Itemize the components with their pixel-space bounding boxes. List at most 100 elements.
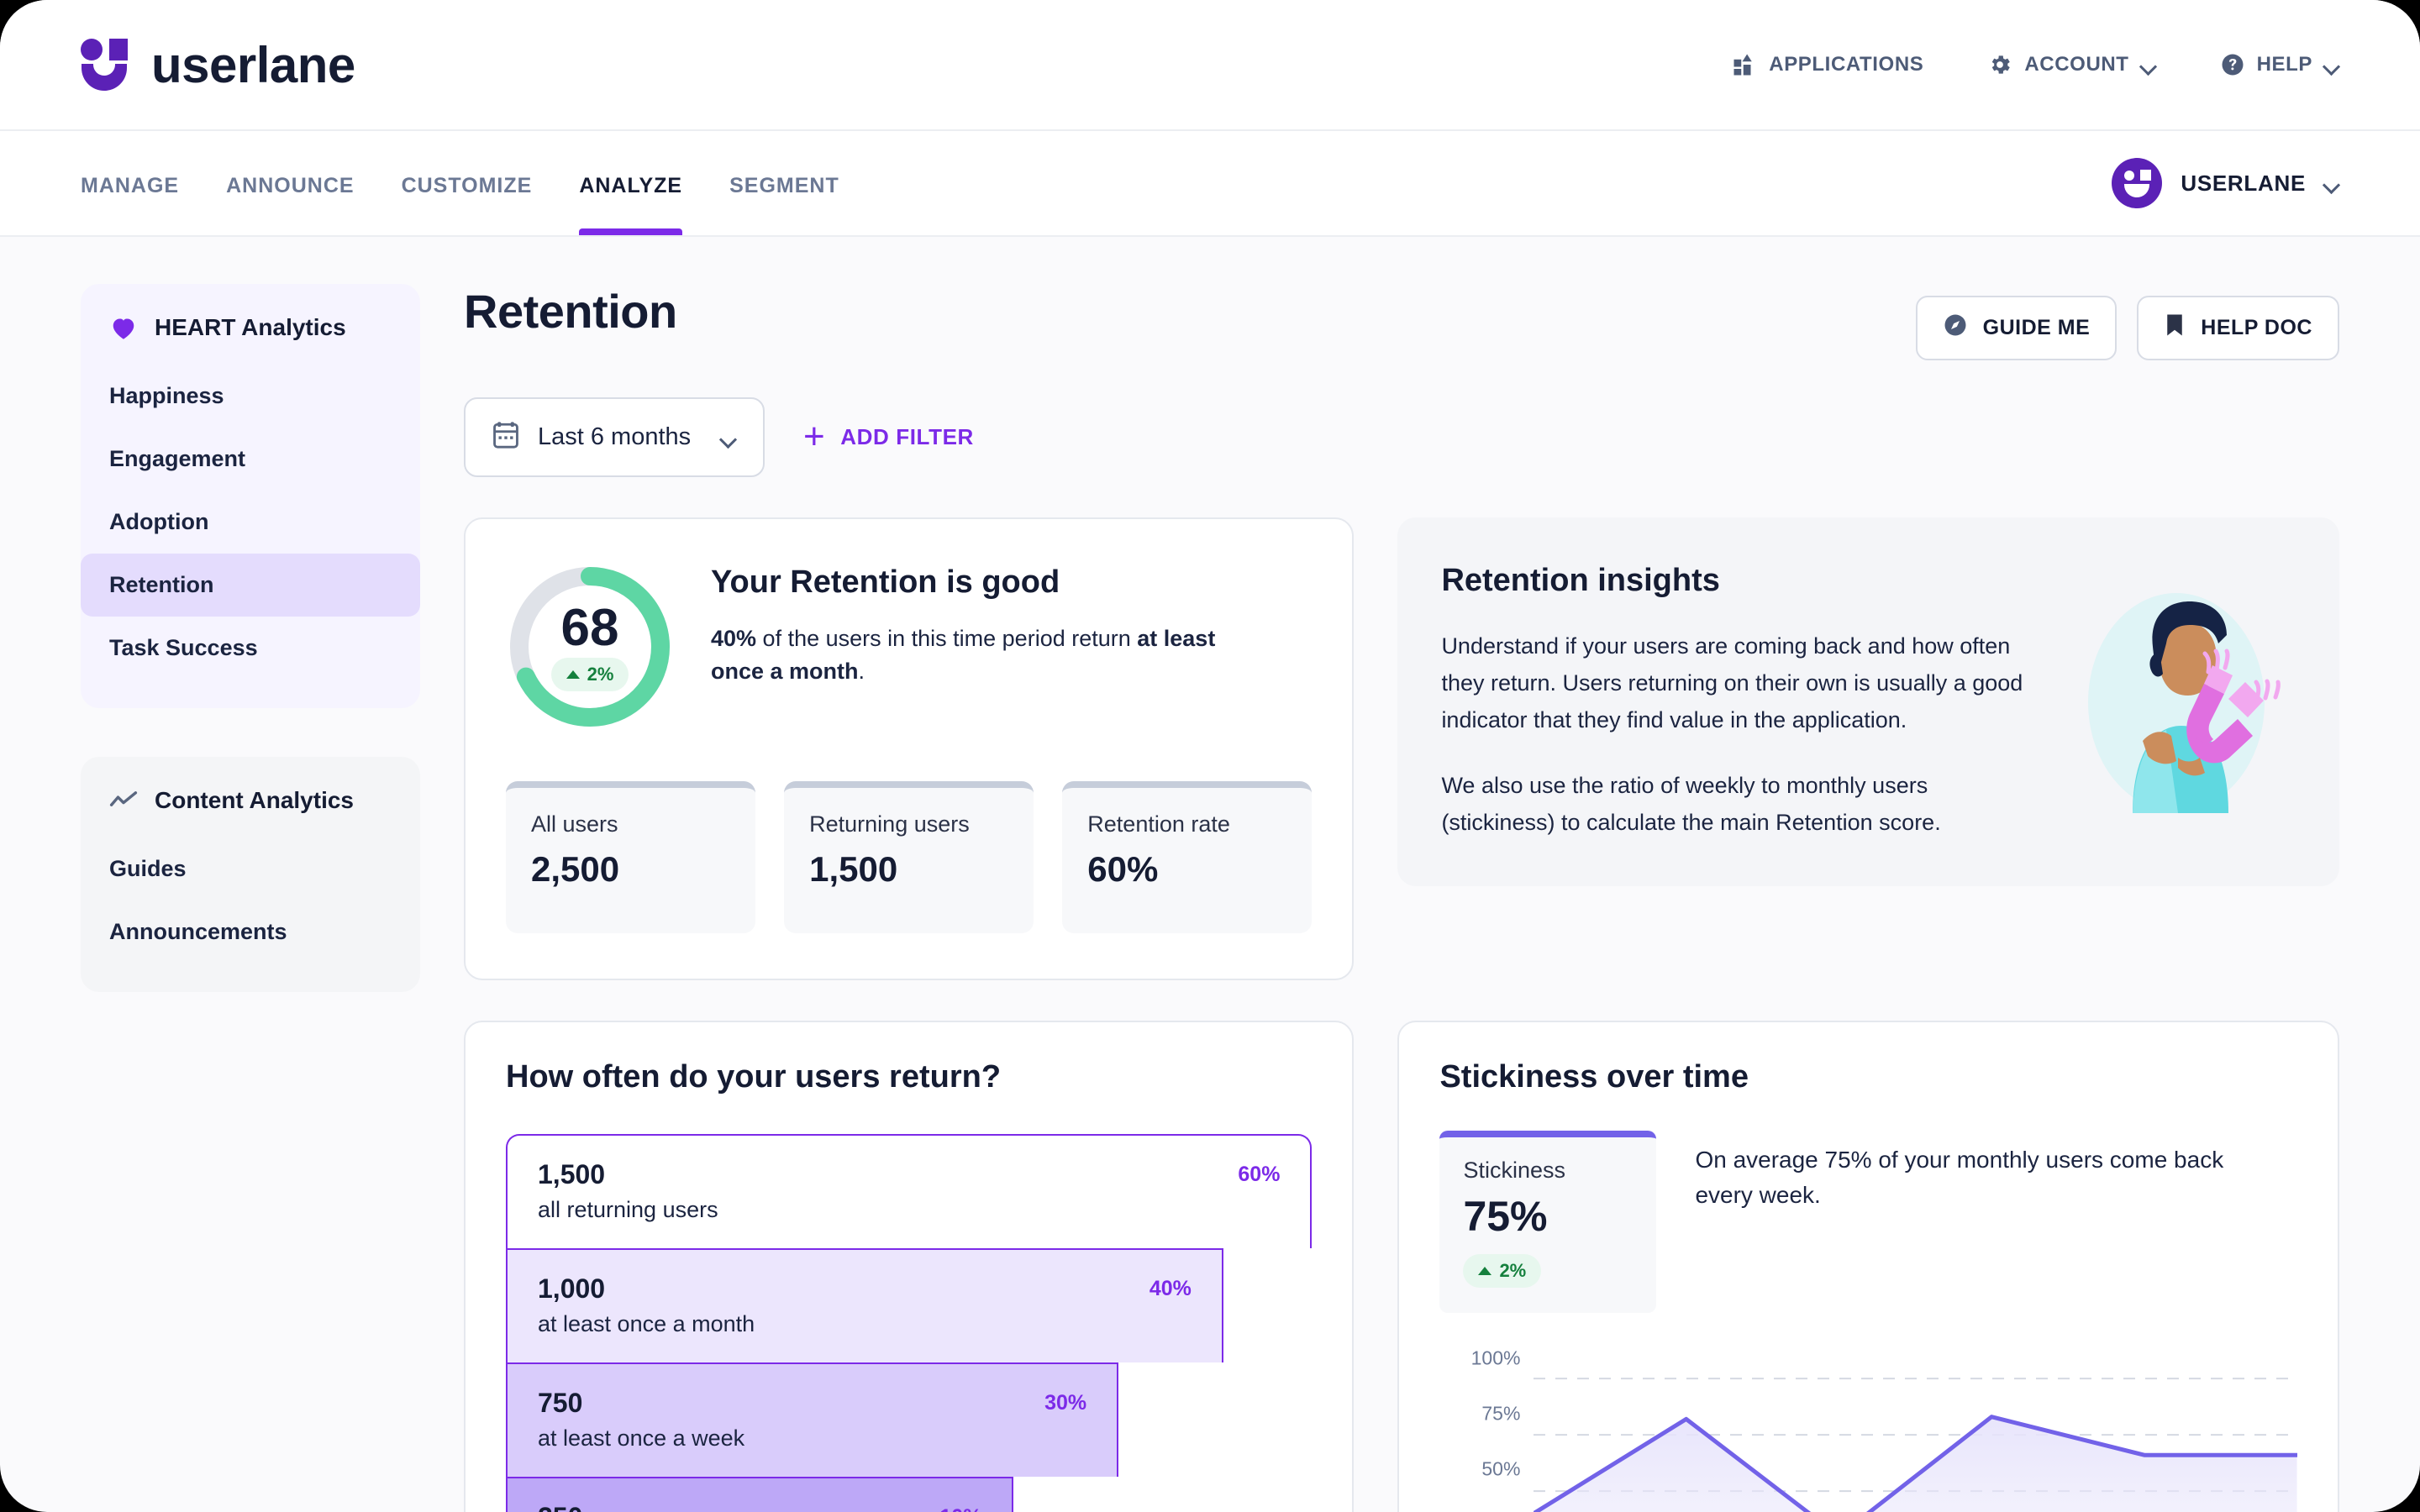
page-header: Retention GUIDE ME HELP DOC [464,284,2339,360]
y-axis-tick-75: 75% [1481,1402,1521,1425]
account-switcher[interactable]: USERLANE [2112,158,2339,208]
plus-icon: + [803,416,826,458]
help-doc-button[interactable]: HELP DOC [2137,296,2339,360]
main-nav-bar: MANAGE ANNOUNCE CUSTOMIZE ANALYZE SEGMEN… [0,131,2420,237]
tab-customize[interactable]: CUSTOMIZE [402,131,533,235]
metric-all-users-label: All users [531,811,618,837]
retention-score-delta-value: 2% [587,664,614,685]
metric-all-users: All users 2,500 [506,781,756,933]
account-menu[interactable]: ACCOUNT [1987,52,2155,77]
tab-analyze[interactable]: ANALYZE [579,131,682,235]
app-window: userlane APPLICATIONS ACCOUNT HELP MANAG… [0,0,2420,1512]
guide-me-button[interactable]: GUIDE ME [1915,296,2118,360]
main-content: Retention GUIDE ME HELP DOC Last 6 month… [464,284,2339,1512]
page-title: Retention [464,285,677,338]
retention-insights-card: Retention insights Understand if your us… [1397,517,2339,886]
account-label: ACCOUNT [2024,53,2129,76]
stickiness-title: Stickiness over time [1439,1059,1749,1095]
metric-retention-rate-value: 60% [1087,849,1159,889]
funnel-step-label: at least once a month [538,1311,755,1336]
top-bar: userlane APPLICATIONS ACCOUNT HELP [0,0,2420,131]
stickiness-column: Stickiness over time Stickiness 75% 2% O… [1397,1021,2339,1512]
page-header-actions: GUIDE ME HELP DOC [1915,284,2339,360]
date-range-select[interactable]: Last 6 months [464,397,765,477]
applications-menu[interactable]: APPLICATIONS [1732,52,1923,77]
retention-score-delta: 2% [550,658,629,691]
userlane-logo-icon [81,39,129,91]
sidebar-group-heart-header: HEART Analytics [81,309,420,341]
main-tabs: MANAGE ANNOUNCE CUSTOMIZE ANALYZE SEGMEN… [81,131,839,235]
tab-segment[interactable]: SEGMENT [729,131,839,235]
funnel-step-monthly[interactable]: 1,000 at least once a month 40% [506,1248,1223,1362]
sidebar-item-happiness[interactable]: Happiness [81,365,420,428]
retention-metrics: All users 2,500 Returning users 1,500 Re… [506,781,1313,933]
add-filter-button[interactable]: + ADD FILTER [803,416,974,458]
top-bar-nav: APPLICATIONS ACCOUNT HELP [1732,52,2339,77]
sidebar-group-content-title: Content Analytics [155,787,354,813]
retention-insights-title: Retention insights [1441,563,1720,598]
sidebar-item-task-success[interactable]: Task Success [81,617,420,680]
triangle-up-icon [1478,1267,1492,1275]
stickiness-metric-label: Stickiness [1463,1158,1565,1183]
tab-customize-label: CUSTOMIZE [401,173,533,197]
funnel-step-daily[interactable]: 250 at least once a day 10% [506,1477,1014,1512]
sidebar-item-announcements[interactable]: Announcements [81,900,420,963]
trend-line-icon [109,788,138,813]
heart-icon [109,315,138,340]
sidebar-group-heart: HEART Analytics Happiness Engagement Ado… [81,284,420,708]
page-body: HEART Analytics Happiness Engagement Ado… [0,237,2420,1512]
brand-wordmark: userlane [151,36,355,93]
return-frequency-title: How often do your users return? [506,1059,1002,1095]
retention-score-value: 68 [560,599,619,657]
help-label: HELP [2256,53,2312,76]
stickiness-metric-box: Stickiness 75% 2% [1439,1131,1657,1313]
funnel-step-value: 250 [538,1502,729,1512]
brand-logo[interactable]: userlane [81,36,355,94]
chevron-down-icon [721,433,736,442]
retention-insights-column: Retention insights Understand if your us… [1397,517,2339,980]
retention-insights-text: Retention insights Understand if your us… [1441,563,2035,841]
sidebar-group-content-header: Content Analytics [81,782,420,814]
sidebar-item-retention[interactable]: Retention [81,554,420,617]
chevron-down-icon [2324,60,2339,69]
funnel-step-label: all returning users [538,1197,718,1222]
help-menu[interactable]: HELP [2220,52,2339,77]
return-frequency-column: How often do your users return? 1,500 al… [464,1021,1355,1512]
help-doc-label: HELP DOC [2201,316,2312,339]
funnel-step-percent: 10% [939,1502,981,1512]
chevron-down-icon [2324,179,2339,187]
retention-score-headline: Your Retention is good [711,564,1060,600]
funnel-step-percent: 40% [1149,1277,1192,1300]
y-axis-tick-50: 50% [1481,1457,1521,1480]
sidebar-group-content: Content Analytics Guides Announcements [81,757,420,992]
calendar-icon [492,421,519,454]
funnel-step-all-returning[interactable]: 1,500 all returning users 60% [506,1134,1313,1248]
tab-manage[interactable]: MANAGE [81,131,179,235]
avatar [2112,158,2163,208]
retention-score-top: 68 2% Your Retention is good 40% of the … [506,556,1312,731]
funnel-step-value: 1,500 [538,1159,606,1189]
donut-center-content: 68 2% [506,563,674,731]
stickiness-delta-value: 2% [1499,1260,1527,1281]
metric-returning-users: Returning users 1,500 [784,781,1034,933]
metric-returning-users-label: Returning users [809,811,970,837]
add-filter-label: ADD FILTER [840,424,974,449]
guide-me-label: GUIDE ME [1982,316,2091,339]
tab-announce[interactable]: ANNOUNCE [226,131,354,235]
sidebar-item-guides[interactable]: Guides [81,837,420,900]
sidebar-item-adoption[interactable]: Adoption [81,491,420,554]
return-frequency-card: How often do your users return? 1,500 al… [464,1021,1355,1512]
retention-insights-paragraph-2: We also use the ratio of weekly to month… [1441,773,1941,835]
stickiness-metric-value: 75% [1463,1193,1548,1240]
sidebar-item-engagement[interactable]: Engagement [81,428,420,491]
retention-insights-paragraph-1: Understand if your users are coming back… [1441,633,2023,732]
retention-score-card: 68 2% Your Retention is good 40% of the … [464,517,1355,980]
retention-score-desc-tail: . [858,659,865,685]
stickiness-summary: Stickiness 75% 2% On average 75% of your… [1439,1131,2297,1313]
stickiness-note: On average 75% of your monthly users com… [1695,1147,2224,1208]
funnel-step-label: at least once a week [538,1425,745,1451]
dashboard-row-1: 68 2% Your Retention is good 40% of the … [464,517,2339,980]
funnel-step-weekly[interactable]: 750 at least once a week 30% [506,1362,1119,1477]
funnel-step-value: 1,000 [538,1273,606,1304]
dashboard-row-2: How often do your users return? 1,500 al… [464,1021,2339,1512]
